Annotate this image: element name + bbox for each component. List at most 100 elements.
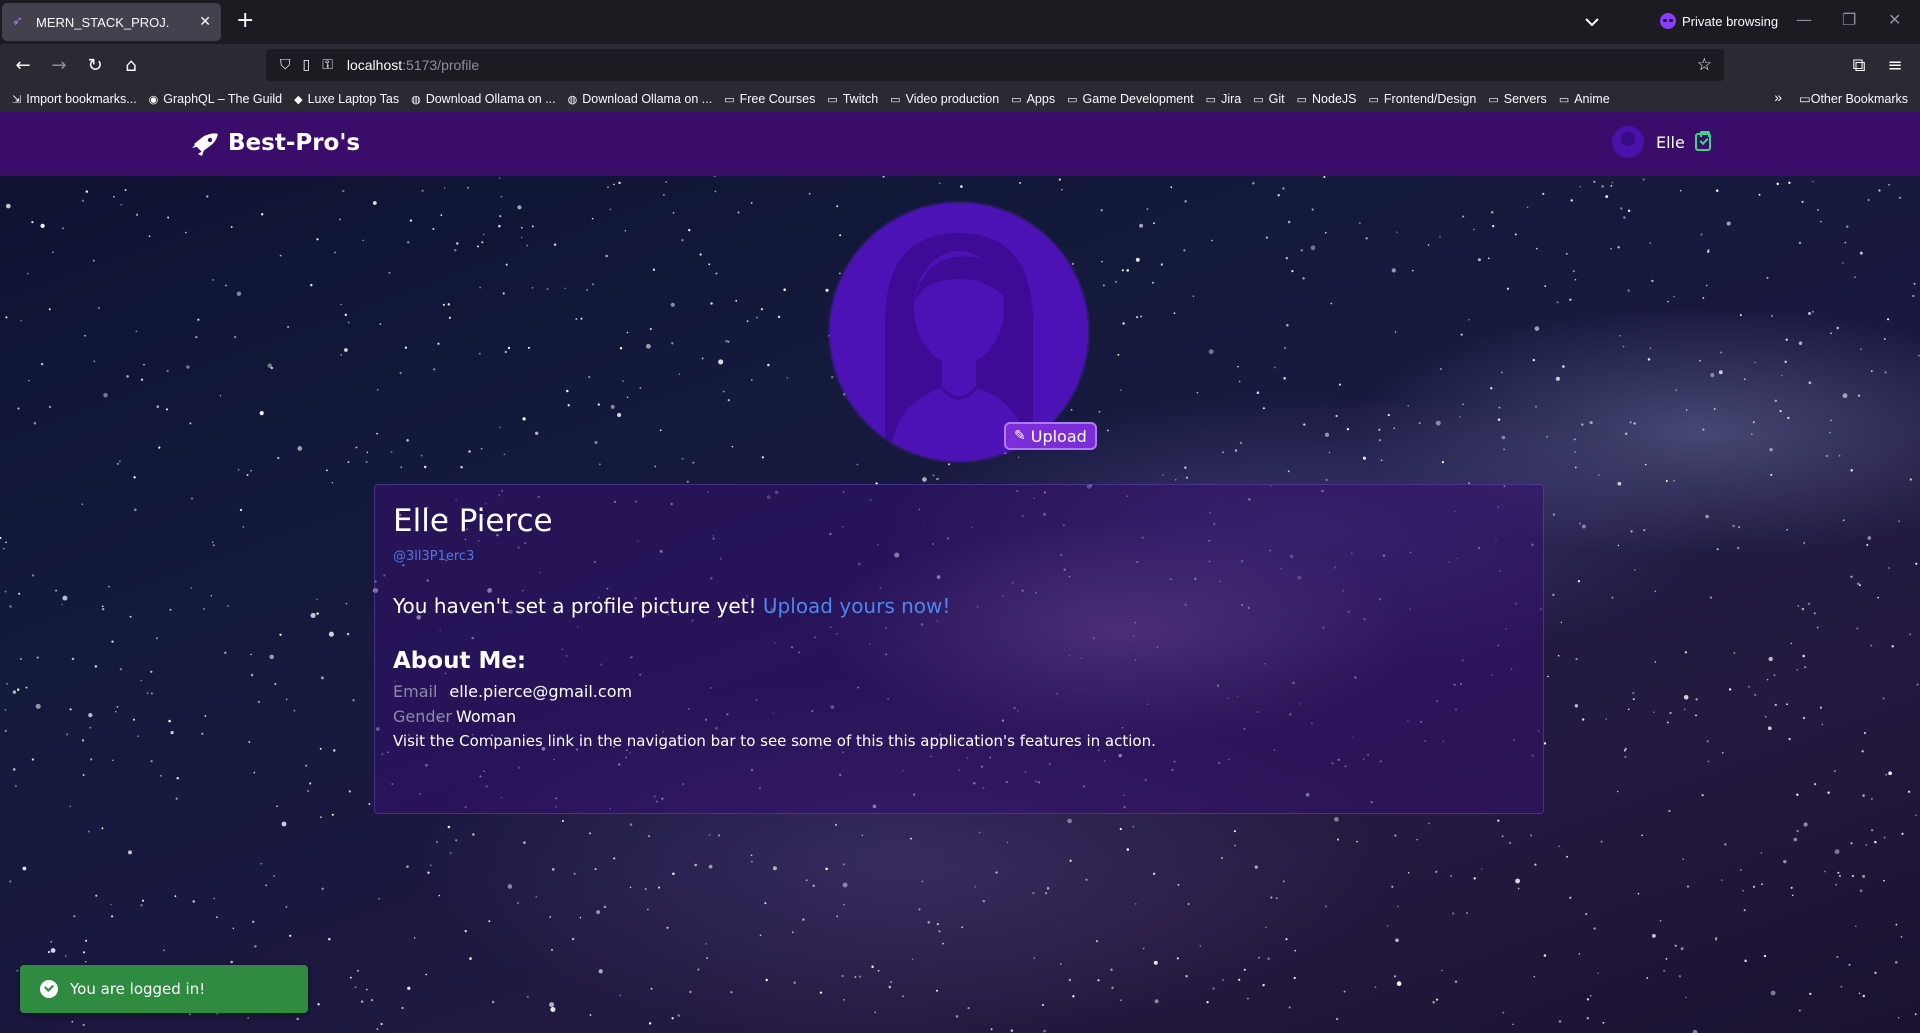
folder-icon: ▭	[724, 93, 735, 106]
back-icon[interactable]: ←	[10, 52, 36, 78]
folder-icon: ▭	[1558, 93, 1570, 106]
url-text[interactable]: localhost:5173/profile	[347, 57, 479, 73]
home-icon[interactable]: ⌂	[118, 52, 144, 78]
import-icon: ⇲	[12, 93, 22, 106]
bookmark-item[interactable]: ▭ Git	[1253, 92, 1284, 106]
upload-label: Upload	[1030, 426, 1087, 446]
bookmark-item[interactable]: ▭ Free Courses	[724, 92, 815, 106]
user-name: Elle	[1656, 132, 1685, 152]
bookmark-label: Git	[1268, 92, 1285, 106]
minimize-icon[interactable]: —	[1796, 10, 1812, 29]
other-bookmarks-folder[interactable]: ▭ Other Bookmarks	[1798, 91, 1908, 107]
brand-name: Best-Pro's	[228, 130, 361, 156]
bookmark-item[interactable]: ⇲ Import bookmarks...	[12, 92, 137, 106]
ollama-icon: ◍	[411, 93, 421, 106]
folder-icon: ▭	[1488, 93, 1499, 106]
bookmark-item[interactable]: ▭ Video production	[890, 92, 999, 106]
gender-value: Woman	[455, 707, 517, 726]
pencil-icon: ✎	[1014, 428, 1026, 444]
upload-now-link[interactable]: Upload yours now!	[763, 594, 950, 618]
bookmark-item[interactable]: ◆ Luxe Laptop Tas	[294, 92, 399, 106]
rocket-logo-icon	[192, 133, 218, 156]
bookmark-item[interactable]: ◉ GraphQL – The Guild	[149, 92, 282, 106]
new-tab-button[interactable]: +	[236, 10, 254, 32]
tab-close-icon[interactable]: ✕	[199, 14, 211, 30]
bookmark-item[interactable]: ◍ Download Ollama on ...	[411, 92, 556, 106]
email-value: elle.pierce@gmail.com	[449, 682, 633, 701]
browser-tabbar: ➶ MERN_STACK_PROJ. ✕ + Private browsing …	[0, 0, 1920, 44]
folder-icon: ▭	[1798, 92, 1811, 106]
tab-title: MERN_STACK_PROJ.	[36, 14, 170, 30]
private-browsing-indicator: Private browsing	[1660, 13, 1778, 29]
profile-handle: @3ll3P1erc3	[393, 549, 475, 564]
bookmark-label: Game Development	[1082, 92, 1194, 106]
rocket-favicon-icon: ➶	[12, 14, 23, 29]
bookmark-item[interactable]: ▭ Apps	[1011, 92, 1055, 106]
bookmark-item[interactable]: ▭ Frontend/Design	[1369, 92, 1477, 106]
tab-list-chevron-icon[interactable]	[1582, 12, 1602, 32]
folder-icon: ▭	[1368, 93, 1379, 106]
upload-avatar-button[interactable]: ✎ Upload	[1004, 422, 1097, 450]
private-mask-icon	[1660, 13, 1676, 29]
graphql-icon: ◉	[148, 93, 159, 106]
bookmark-label: Free Courses	[739, 92, 816, 106]
bookmark-label: Twitch	[842, 92, 879, 106]
page-info-icon[interactable]: ▯	[303, 57, 311, 73]
bookmark-label: Import bookmarks...	[26, 92, 137, 106]
ollama-icon: ◍	[567, 93, 578, 106]
bookmark-label: Anime	[1574, 92, 1610, 106]
folder-icon: ▭	[1011, 93, 1022, 106]
folder-icon: ▭	[890, 93, 901, 106]
about-heading: About Me:	[393, 648, 527, 674]
profile-full-name: Elle Pierce	[393, 503, 553, 539]
close-window-icon[interactable]: ✕	[1888, 10, 1901, 29]
bookmark-item[interactable]: ▭ Jira	[1206, 92, 1242, 106]
tracking-shield-icon[interactable]: ⛉	[280, 57, 291, 73]
bookmark-label: Download Ollama on ...	[425, 92, 556, 106]
forward-icon[interactable]: →	[46, 52, 72, 78]
restore-icon[interactable]: ❐	[1842, 10, 1856, 29]
brand-logo-link[interactable]: Best-Pro's	[190, 128, 360, 158]
key-icon[interactable]: ⚿	[322, 57, 333, 73]
folder-icon: ▭	[827, 93, 838, 106]
bookmark-item[interactable]: ▭ Game Development	[1067, 92, 1194, 106]
url-bar[interactable]: ⛉ ▯ ⚿ localhost:5173/profile ☆	[266, 49, 1724, 81]
folder-icon: ▭	[1205, 93, 1217, 106]
bol-icon: ◆	[294, 93, 303, 106]
bookmark-item[interactable]: ▭ Servers	[1488, 92, 1546, 106]
toast-message: You are logged in!	[70, 980, 206, 998]
bookmark-label: Jira	[1221, 92, 1242, 106]
bookmark-star-icon[interactable]: ☆	[1697, 55, 1712, 75]
clipboard-check-icon	[1694, 131, 1711, 151]
bookmark-label: Servers	[1503, 92, 1547, 106]
check-circle-icon	[40, 980, 58, 998]
menu-icon[interactable]: ≡	[1882, 52, 1908, 78]
app-navbar: Best-Pro's Elle	[0, 112, 1920, 176]
email-label: Email	[393, 682, 438, 701]
profile-card: Elle Pierce @3ll3P1erc3 You haven't set …	[374, 484, 1544, 814]
email-row: Email elle.pierce@gmail.com	[393, 682, 1525, 701]
bookmark-label: Video production	[905, 92, 1000, 106]
bookmark-label: Luxe Laptop Tas	[307, 92, 400, 106]
other-bookmarks-label: Other Bookmarks	[1810, 91, 1908, 106]
bookmark-label: Frontend/Design	[1383, 92, 1477, 106]
folder-icon: ▭	[1296, 93, 1308, 106]
login-toast[interactable]: You are logged in!	[20, 965, 308, 1013]
browser-tab-active[interactable]: ➶ MERN_STACK_PROJ. ✕	[2, 3, 221, 41]
user-menu[interactable]: Elle	[1612, 126, 1711, 158]
extensions-icon[interactable]: ⧉	[1846, 52, 1872, 78]
private-browsing-label: Private browsing	[1682, 13, 1779, 29]
bookmarks-toolbar: ⇲ Import bookmarks... ◉ GraphQL – The Guild…	[0, 86, 1920, 112]
folder-icon: ▭	[1067, 93, 1078, 106]
gender-row: Gender Woman	[393, 707, 1525, 726]
browser-navbar: ← → ↻ ⌂ ⛉ ▯ ⚿ localhost:5173/profile ☆ ⧉…	[0, 44, 1920, 86]
bookmark-item[interactable]: ▭ Twitch	[827, 92, 878, 106]
reload-icon[interactable]: ↻	[82, 52, 108, 78]
profile-picture-prompt: You haven't set a profile picture yet! U…	[393, 594, 951, 618]
bookmark-label: GraphQL – The Guild	[163, 92, 283, 106]
bookmark-item[interactable]: ◍ Download Ollama on ...	[568, 92, 713, 106]
bookmark-item[interactable]: ▭ Anime	[1559, 92, 1610, 106]
bookmark-item[interactable]: ▭ NodeJS	[1297, 92, 1357, 106]
bookmark-label: Apps	[1026, 92, 1056, 106]
more-bookmarks-chevron-icon[interactable]: »	[1774, 89, 1782, 105]
